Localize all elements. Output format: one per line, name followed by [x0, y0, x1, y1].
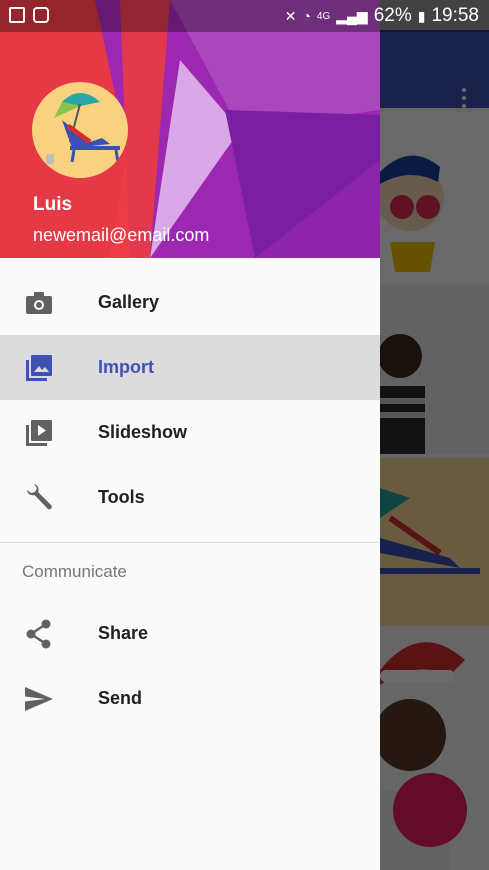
section-title: Communicate	[22, 562, 127, 581]
wrench-icon	[24, 483, 54, 513]
share-icon	[24, 619, 54, 649]
slideshow-icon	[24, 418, 54, 448]
app-notification-icon	[33, 7, 49, 23]
battery-icon: ▮	[417, 7, 426, 24]
image-notification-icon	[9, 7, 25, 23]
menu-item-import[interactable]: Import	[0, 335, 380, 400]
battery-percent: 62%	[373, 5, 412, 26]
user-email: newemail@email.com	[33, 225, 210, 245]
photo-library-icon	[24, 353, 54, 383]
avatar[interactable]	[32, 82, 128, 178]
menu-item-label: Tools	[98, 487, 145, 507]
navigation-drawer: Luis newemail@email.com Gallery Import S…	[0, 0, 380, 870]
menu-item-gallery[interactable]: Gallery	[0, 270, 380, 335]
wifi-icon: ◔	[302, 8, 311, 24]
menu-item-label: Slideshow	[98, 422, 188, 442]
user-name: Luis	[33, 194, 73, 215]
menu-item-send[interactable]: Send	[0, 666, 380, 731]
menu-item-share[interactable]: Share	[0, 601, 380, 666]
menu-item-slideshow[interactable]: Slideshow	[0, 400, 380, 465]
drawer-header: Luis newemail@email.com	[0, 0, 380, 258]
drawer-menu: Gallery Import Slideshow Tools Communica…	[0, 270, 380, 731]
menu-item-label: Send	[98, 688, 143, 708]
send-icon	[24, 684, 54, 714]
menu-item-label: Import	[98, 357, 154, 377]
menu-item-label: Share	[98, 623, 149, 643]
menu-item-tools[interactable]: Tools	[0, 465, 380, 530]
status-bar: ✕ ◔ 4G ▂▄▆ 62% ▮ 19:58	[0, 0, 489, 32]
signal-icon: ▂▄▆	[336, 7, 368, 24]
mute-icon: ✕	[284, 7, 297, 24]
clock: 19:58	[431, 5, 479, 26]
network-type: 4G	[316, 10, 331, 22]
camera-icon	[24, 288, 54, 318]
menu-item-label: Gallery	[98, 292, 160, 312]
